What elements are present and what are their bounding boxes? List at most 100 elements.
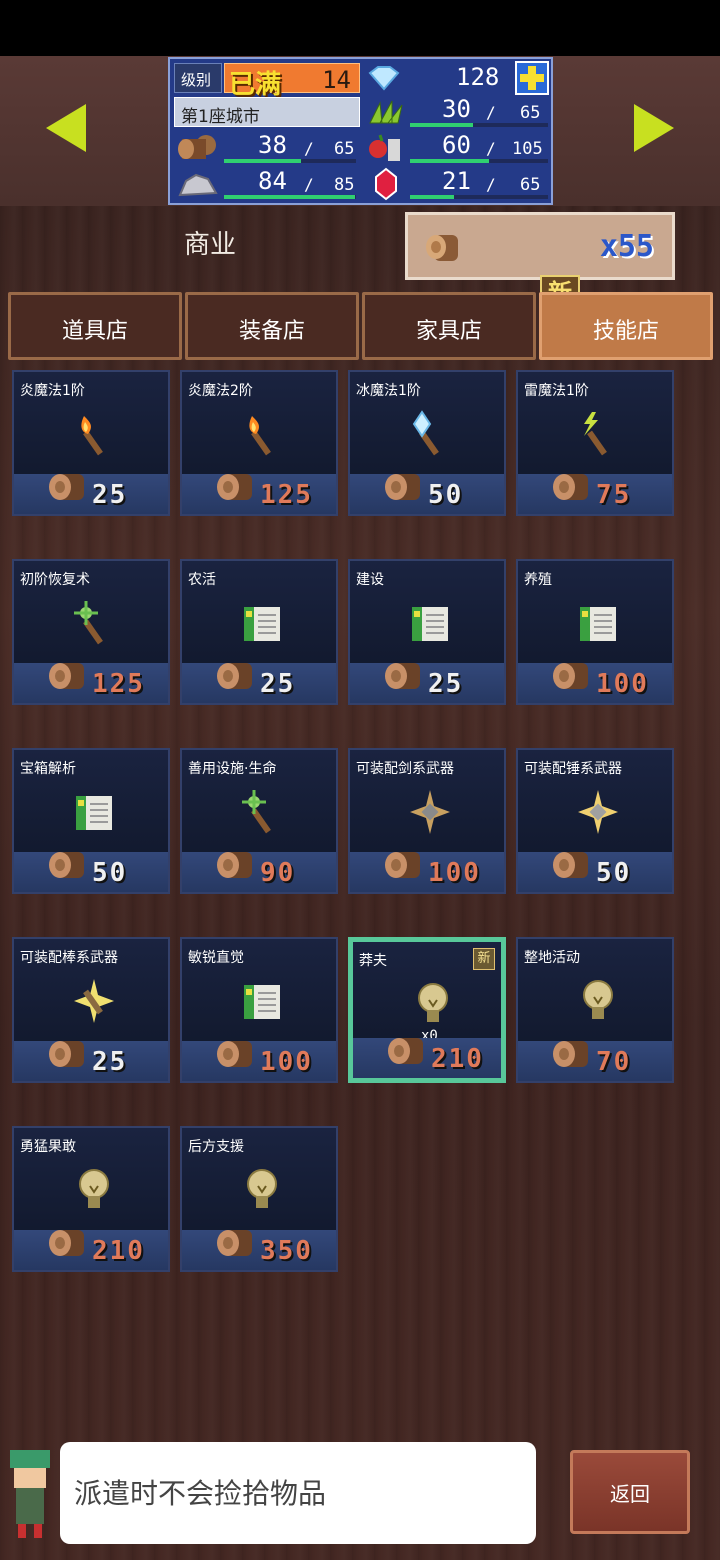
skill-card[interactable]: 可装配剑系武器 100 — [348, 748, 506, 894]
skill-card[interactable]: 宝箱解析 50 — [12, 748, 170, 894]
wood-log-icon — [46, 844, 90, 888]
wood-log-icon — [550, 466, 594, 510]
skill-card[interactable]: 可装配棒系武器 25 — [12, 937, 170, 1083]
skill-name: 炎魔法2阶 — [188, 383, 253, 399]
skill-card[interactable]: 农活 25 — [180, 559, 338, 705]
grass-current: 30 — [442, 95, 471, 123]
skill-price: 75 — [596, 480, 632, 510]
grass-bar — [410, 123, 548, 127]
skill-name: 可装配锤系武器 — [524, 761, 622, 777]
wood-log-icon — [214, 844, 258, 888]
skill-card[interactable]: 敏锐直觉 100 — [180, 937, 338, 1083]
wood-log-icon — [550, 1033, 594, 1077]
skill-card[interactable]: 雷魔法1阶 75 — [516, 370, 674, 516]
skill-card[interactable]: 善用设施·生命 90 — [180, 748, 338, 894]
skill-name: 后方支援 — [188, 1139, 244, 1155]
ruby-icon — [366, 167, 406, 201]
heal-staff-icon — [236, 786, 288, 838]
grass-slash: / — [486, 103, 496, 122]
ice-staff-icon — [404, 408, 456, 460]
wood-slash: / — [304, 139, 314, 158]
scroll-icon — [572, 597, 624, 649]
food-max: 105 — [512, 139, 543, 159]
stats-panel: 级别 已满 14 128 第1座城市 30 / 65 38 / 65 60 / … — [168, 57, 553, 205]
wood-bar — [224, 159, 356, 163]
back-button[interactable]: 返回 — [570, 1450, 690, 1534]
skill-card[interactable]: 后方支援 350 — [180, 1126, 338, 1272]
skill-card[interactable]: 炎魔法1阶 25 — [12, 370, 170, 516]
skill-name: 敏锐直觉 — [188, 950, 244, 966]
next-city-arrow-icon[interactable] — [634, 104, 674, 152]
level-label-box: 级别 — [174, 63, 222, 93]
grass-max: 65 — [520, 103, 541, 123]
ore-current: 84 — [258, 167, 287, 195]
skill-price: 210 — [431, 1044, 484, 1074]
ruby-bar — [410, 195, 548, 199]
food-icon — [366, 131, 406, 165]
skill-price: 50 — [596, 858, 632, 888]
wood-icon — [176, 131, 220, 165]
wood-log-icon — [214, 466, 258, 510]
price-bar — [518, 1041, 672, 1081]
city-name-box: 第1座城市 — [174, 97, 360, 127]
skill-price: 25 — [428, 669, 464, 699]
skill-card[interactable]: 整地活动 70 — [516, 937, 674, 1083]
skill-card[interactable]: 可装配锤系武器 50 — [516, 748, 674, 894]
wood-log-icon — [550, 844, 594, 888]
skill-card[interactable]: 莽夫新 x0 210 — [348, 937, 506, 1083]
skill-name: 建设 — [356, 572, 384, 588]
plus-icon[interactable] — [515, 61, 549, 95]
skill-price: 100 — [428, 858, 481, 888]
wood-fill — [224, 159, 301, 163]
skill-price: 70 — [596, 1047, 632, 1077]
skill-card[interactable]: 建设 25 — [348, 559, 506, 705]
level-box: 已满 14 — [224, 63, 360, 100]
status-bar — [0, 0, 720, 56]
tab-skill-shop[interactable]: 技能店 — [539, 292, 713, 360]
wood-log-icon — [46, 655, 90, 699]
skill-card[interactable]: 炎魔法2阶 125 — [180, 370, 338, 516]
wood-count-box: x55 — [405, 212, 675, 280]
price-bar — [182, 852, 336, 892]
food-bar — [410, 159, 548, 163]
skill-name: 宝箱解析 — [20, 761, 76, 777]
price-bar — [14, 474, 168, 514]
skill-name: 可装配棒系武器 — [20, 950, 118, 966]
tab-equipment-shop[interactable]: 装备店 — [185, 292, 359, 360]
skill-card[interactable]: 养殖 100 — [516, 559, 674, 705]
tab-item-shop[interactable]: 道具店 — [8, 292, 182, 360]
wood-log-icon — [214, 655, 258, 699]
skill-name: 养殖 — [524, 572, 552, 588]
lightbulb-icon — [407, 978, 459, 1030]
wood-log-icon — [426, 235, 458, 261]
wood-log-icon — [46, 1033, 90, 1077]
food-current: 60 — [442, 131, 471, 159]
grass-fill — [410, 123, 474, 127]
wood-log-icon — [382, 655, 426, 699]
skill-name: 善用设施·生命 — [188, 761, 277, 777]
prev-city-arrow-icon[interactable] — [46, 104, 86, 152]
weapon-hammer-icon — [572, 786, 624, 838]
grass-icon — [366, 97, 406, 127]
skill-price: 90 — [260, 858, 296, 888]
city-name: 第1座城市 — [181, 107, 260, 127]
skill-card[interactable]: 冰魔法1阶 50 — [348, 370, 506, 516]
skill-price: 50 — [92, 858, 128, 888]
wood-log-icon — [214, 1222, 258, 1266]
skill-card[interactable]: 勇猛果敢 210 — [12, 1126, 170, 1272]
skill-price: 25 — [92, 480, 128, 510]
tab-furniture-shop[interactable]: 家具店 — [362, 292, 536, 360]
level-label: 级别 — [181, 71, 212, 89]
lightbulb-icon — [236, 1164, 288, 1216]
skill-card[interactable]: 初阶恢复术 125 — [12, 559, 170, 705]
food-fill — [410, 159, 489, 163]
skill-price: 100 — [260, 1047, 313, 1077]
wood-log-icon — [214, 1033, 258, 1077]
skill-price: 350 — [260, 1236, 313, 1266]
ruby-slash: / — [486, 175, 496, 194]
scroll-icon — [236, 597, 288, 649]
skill-name: 可装配剑系武器 — [356, 761, 454, 777]
wood-log-icon — [46, 466, 90, 510]
skill-price: 100 — [596, 669, 649, 699]
wood-log-icon — [46, 1222, 90, 1266]
